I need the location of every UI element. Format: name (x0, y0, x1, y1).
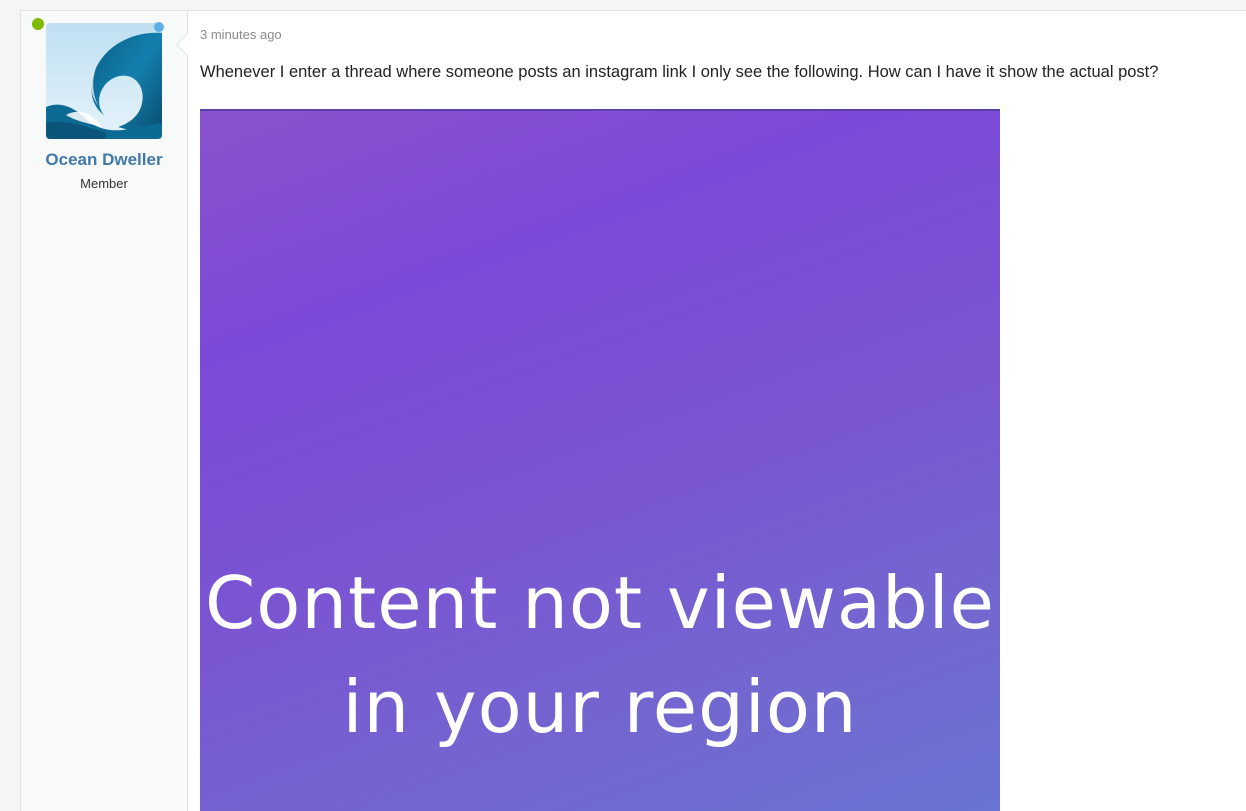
user-title: Member (80, 176, 128, 191)
post-body-text: Whenever I enter a thread where someone … (200, 63, 1159, 81)
post-timestamp[interactable]: 3 minutes ago (200, 27, 282, 42)
message-post: Ocean Dweller Member 3 minutes ago Whene… (20, 10, 1246, 811)
embed-unavailable-message: Content not viewable in your region (200, 551, 1000, 759)
embed-message-line-2: in your region (342, 665, 858, 749)
status-indicator-icon (154, 22, 164, 32)
avatar[interactable] (46, 23, 162, 139)
instagram-embed[interactable]: Content not viewable in your region (200, 109, 1000, 811)
online-status-dot (32, 18, 44, 30)
username-link[interactable]: Ocean Dweller (21, 150, 187, 170)
user-info-panel: Ocean Dweller Member (21, 11, 188, 811)
avatar-container[interactable] (32, 18, 164, 139)
embed-message-line-1: Content not viewable (205, 561, 995, 645)
